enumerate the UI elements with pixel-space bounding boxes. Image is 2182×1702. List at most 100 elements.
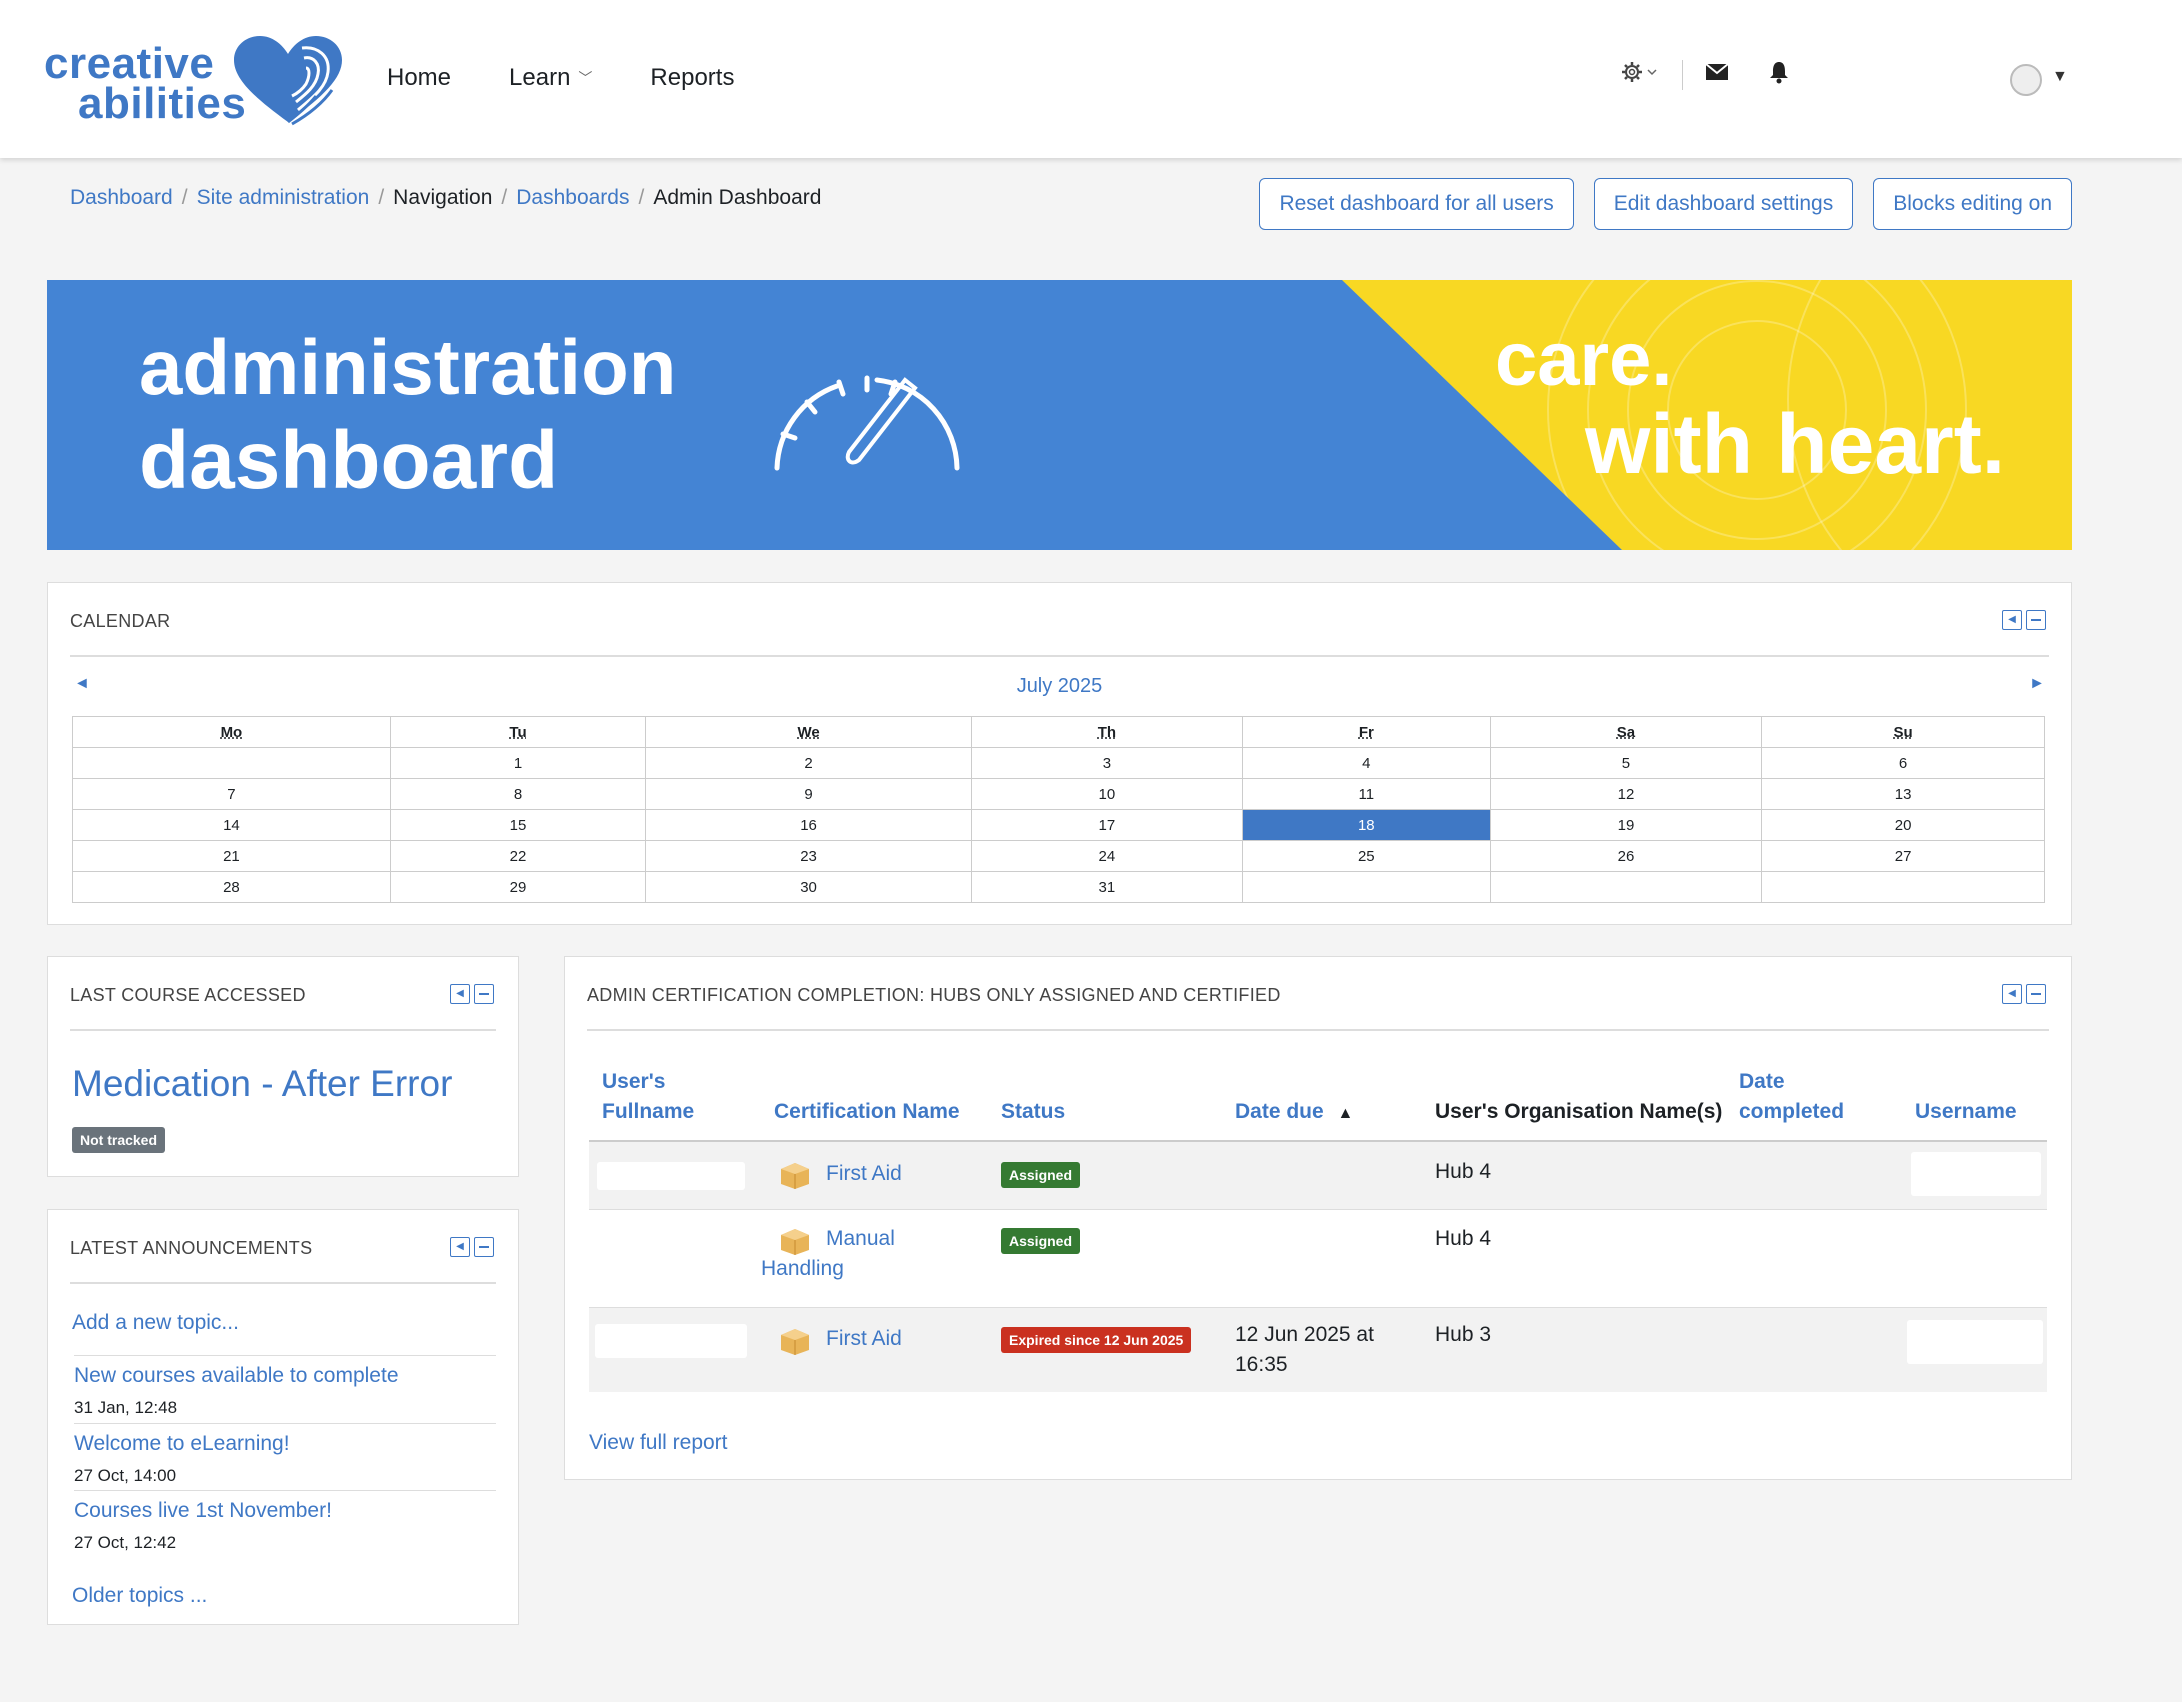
nav-learn-label: Learn [509,64,571,91]
certification-name-link[interactable]: Manual Handling [761,1224,921,1284]
calendar-day[interactable]: 25 [1241,840,1491,872]
edit-dashboard-settings-button[interactable]: Edit dashboard settings [1593,178,1854,230]
calendar-day[interactable]: 29 [389,871,647,903]
calendar-day[interactable]: 2 [645,747,972,779]
weekday-header: Sa [1489,716,1763,748]
calendar-day[interactable]: 31 [970,871,1243,903]
collapse-block-icon[interactable] [474,1237,494,1257]
calendar-day[interactable]: 23 [645,840,972,872]
last-course-title: LAST COURSE ACCESSED [70,985,306,1005]
certification-name-link[interactable]: First Aid [826,1324,902,1354]
calendar-day[interactable]: 4 [1241,747,1491,779]
collapse-block-icon[interactable] [2026,984,2046,1004]
banner-slogan-line2: with heart. [1585,397,2006,491]
site-logo[interactable]: creative abilities [44,30,344,130]
calendar-day[interactable]: 27 [1761,840,2045,872]
calendar-day[interactable]: 22 [389,840,647,872]
calendar-day[interactable]: 11 [1241,778,1491,810]
col-fullname-header[interactable]: User's Fullname [602,1067,694,1127]
weekday-header: Mo [72,716,391,748]
calendar-day[interactable]: 8 [389,778,647,810]
certification-box-icon [781,1163,809,1189]
breadcrumb-site-administration[interactable]: Site administration [197,186,370,210]
envelope-icon[interactable] [1705,62,1729,88]
calendar-day[interactable]: 6 [1761,747,2045,779]
calendar-day[interactable]: 3 [970,747,1243,779]
calendar-day[interactable]: 9 [645,778,972,810]
reset-dashboard-button[interactable]: Reset dashboard for all users [1259,178,1574,230]
dock-block-icon[interactable]: ◀ [450,984,470,1004]
view-full-report-link[interactable]: View full report [589,1431,728,1455]
blocks-editing-button[interactable]: Blocks editing on [1873,178,2072,230]
calendar-day [1241,871,1491,903]
calendar-day[interactable]: 19 [1489,809,1763,841]
nav-reports[interactable]: Reports [650,64,734,92]
calendar-table: Mo Tu We Th Fr Sa Su 1 2 3 4 5 6 7 8 9 1… [72,716,2045,903]
user-avatar[interactable] [2010,64,2042,96]
breadcrumb-dashboards[interactable]: Dashboards [516,186,629,210]
collapse-block-icon[interactable] [2026,610,2046,630]
calendar-day[interactable]: 15 [389,809,647,841]
col-cert-name-header[interactable]: Certification Name [774,1097,960,1127]
calendar-month-link[interactable]: July 2025 [48,675,2071,698]
calendar-day[interactable]: 10 [970,778,1243,810]
calendar-day[interactable]: 16 [645,809,972,841]
last-course-link[interactable]: Medication - After Error [72,1063,452,1105]
calendar-day[interactable]: 21 [72,840,391,872]
calendar-day[interactable]: 14 [72,809,391,841]
breadcrumb-dashboard[interactable]: Dashboard [70,186,173,210]
add-new-topic-link[interactable]: Add a new topic... [72,1311,239,1335]
calendar-day[interactable]: 24 [970,840,1243,872]
announcement-title-link[interactable]: Welcome to eLearning! [74,1432,290,1456]
calendar-day[interactable]: 17 [970,809,1243,841]
nav-learn[interactable]: Learn ﹀ [509,64,592,92]
breadcrumb-separator: / [638,186,645,209]
col-date-completed-line2: completed [1739,1100,1845,1123]
calendar-day[interactable]: 20 [1761,809,2045,841]
announcement-date: 27 Oct, 14:00 [74,1466,177,1485]
col-date-completed-header[interactable]: Date completed [1739,1067,1844,1127]
announcements-title: LATEST ANNOUNCEMENTS [70,1238,313,1258]
col-date-due-header[interactable]: Date due ▲ [1235,1097,1353,1129]
speedometer-icon [774,375,960,471]
next-month-arrow[interactable]: ► [2029,675,2045,693]
organisation-cell: Hub 4 [1435,1160,1492,1183]
caret-down-icon[interactable]: ▼ [2052,68,2068,86]
sort-ascending-icon: ▲ [1337,1105,1354,1122]
announcement-title-link[interactable]: Courses live 1st November! [74,1499,332,1523]
nav-home[interactable]: Home [387,64,451,92]
collapse-block-icon[interactable] [474,984,494,1004]
certification-name-line2: Handling [761,1257,844,1280]
certification-name-line1: Manual [826,1227,895,1250]
calendar-day[interactable]: 7 [72,778,391,810]
last-course-block: LAST COURSE ACCESSED ◀ Medication - Afte… [47,956,519,1177]
calendar-day[interactable]: 5 [1489,747,1763,779]
breadcrumb-separator: / [181,186,188,209]
certification-name-link[interactable]: First Aid [826,1159,902,1189]
dock-block-icon[interactable]: ◀ [2002,984,2022,1004]
calendar-day[interactable]: 1 [389,747,647,779]
announcement-title-link[interactable]: New courses available to complete [74,1364,399,1388]
dashboard-banner: administration dashboard care. with hear… [47,280,2072,550]
calendar-day[interactable]: 12 [1489,778,1763,810]
dock-block-icon[interactable]: ◀ [2002,610,2022,630]
announcement-date: 31 Jan, 12:48 [74,1398,178,1417]
calendar-day[interactable]: 30 [645,871,972,903]
col-status-header[interactable]: Status [1001,1097,1065,1127]
dock-block-icon[interactable]: ◀ [450,1237,470,1257]
announcement-date: 27 Oct, 12:42 [74,1533,177,1552]
calendar-day[interactable]: 28 [72,871,391,903]
username-cell [1911,1152,2041,1196]
breadcrumb: Dashboard / Site administration / Naviga… [70,186,821,210]
certification-title: ADMIN CERTIFICATION COMPLETION: HUBS ONL… [587,985,1281,1005]
settings-gear-icon[interactable] [1620,60,1660,90]
status-badge: Assigned [1001,1228,1081,1254]
calendar-day[interactable]: 26 [1489,840,1763,872]
calendar-day-today[interactable]: 18 [1241,809,1491,841]
col-fullname-line1: User's [602,1070,666,1093]
col-username-header[interactable]: Username [1915,1097,2017,1127]
organisation-cell: Hub 3 [1435,1323,1492,1346]
older-topics-link[interactable]: Older topics ... [72,1584,207,1608]
bell-icon[interactable] [1769,60,1789,90]
calendar-day[interactable]: 13 [1761,778,2045,810]
